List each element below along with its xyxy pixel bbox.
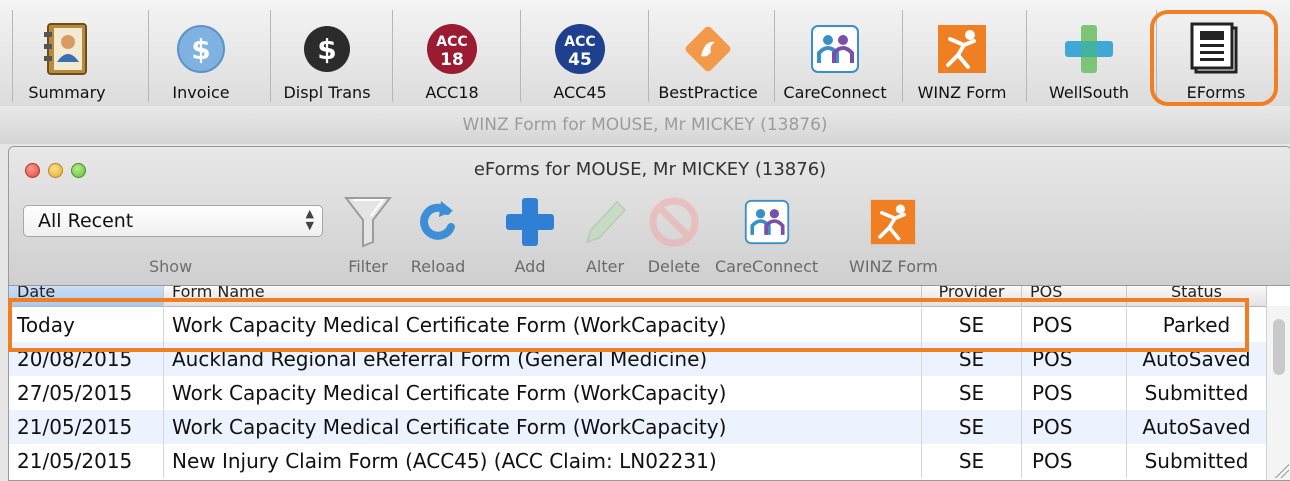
vertical-scrollbar[interactable]: [1266, 306, 1290, 480]
delete-prohibit-icon: [645, 193, 703, 251]
dollar-coin-black-icon: $: [298, 20, 356, 77]
careconnect-people-icon: [806, 20, 864, 77]
main-toolbar: Summary $ Invoice $ Displ Trans ACC 18 A…: [0, 0, 1290, 107]
selected-row-highlight-box: [8, 298, 1249, 352]
add-plus-icon: [501, 193, 559, 251]
tool-label: Reload: [410, 257, 466, 276]
toolbar-label: CareConnect: [783, 83, 887, 102]
toolbar-label: ACC45: [553, 83, 607, 102]
cell-status: Submitted: [1127, 444, 1267, 478]
background-window-title: WINZ Form for MOUSE, Mr MICKEY (13876): [0, 106, 1290, 144]
cell-date: 21/05/2015: [9, 410, 164, 444]
toolbar-button-summary[interactable]: Summary: [12, 10, 121, 102]
delete-button[interactable]: Delete: [645, 193, 703, 276]
toolbar-button-displ-trans[interactable]: $ Displ Trans: [270, 10, 383, 102]
filter-funnel-icon: [339, 193, 397, 251]
toolbar-label: WellSouth: [1048, 83, 1130, 102]
cell-status: AutoSaved: [1127, 410, 1267, 444]
window-title: eForms for MOUSE, Mr MICKEY (13876): [473, 159, 827, 180]
alter-pencil-icon: [576, 193, 634, 251]
tool-label: CareConnect: [715, 257, 819, 276]
eforms-highlight-box: [1150, 10, 1278, 106]
svg-text:45: 45: [568, 50, 592, 70]
tool-label: Delete: [647, 257, 701, 276]
toolbar-label: ACC18: [425, 83, 479, 102]
alter-button[interactable]: Alter: [576, 193, 634, 276]
cell-status: Submitted: [1127, 376, 1267, 410]
show-filter-select[interactable]: All Recent ▲ ▼: [23, 205, 323, 237]
cell-form-name: New Injury Claim Form (ACC45) (ACC Claim…: [164, 444, 922, 478]
acc45-badge-icon: ACC 45: [551, 20, 609, 77]
acc18-badge-icon: ACC 18: [423, 20, 481, 77]
svg-text:ACC: ACC: [436, 34, 467, 50]
table-row[interactable]: 27/05/2015 Work Capacity Medical Certifi…: [9, 376, 1267, 410]
winz-figure-icon: [864, 193, 922, 251]
careconnect-people-icon: [738, 193, 796, 251]
svg-text:ACC: ACC: [564, 34, 595, 50]
cell-provider: SE: [922, 444, 1022, 478]
cell-pos: POS: [1022, 410, 1127, 444]
eforms-window-header: eForms for MOUSE, Mr MICKEY (13876) All …: [9, 147, 1290, 286]
winz-figure-icon: [933, 20, 991, 77]
toolbar-button-winz-form[interactable]: WINZ Form: [902, 10, 1021, 102]
toolbar-label: Displ Trans: [283, 83, 371, 102]
cell-form-name: Work Capacity Medical Certificate Form (…: [164, 376, 922, 410]
bestpractice-logo-icon: [679, 20, 737, 77]
toolbar-label: BestPractice: [658, 83, 758, 102]
toolbar-button-bestpractice[interactable]: BestPractice: [648, 10, 767, 102]
toolbar-label: WINZ Form: [917, 83, 1007, 102]
scrollbar-thumb[interactable]: [1273, 319, 1285, 375]
add-button[interactable]: Add: [501, 193, 559, 276]
wellsouth-cross-icon: [1060, 20, 1118, 77]
resize-grip-icon[interactable]: [1273, 462, 1289, 478]
cell-provider: SE: [922, 376, 1022, 410]
tool-label: Alter: [585, 257, 625, 276]
toolbar-button-careconnect[interactable]: CareConnect: [774, 10, 895, 102]
reload-button[interactable]: Reload: [409, 193, 467, 276]
toolbar-button-wellsouth[interactable]: WellSouth: [1026, 10, 1151, 102]
table-row[interactable]: 21/05/2015 Work Capacity Medical Certifi…: [9, 410, 1267, 444]
careconnect-button[interactable]: CareConnect: [715, 193, 818, 276]
filter-button[interactable]: Filter: [339, 193, 397, 276]
dollar-coin-blue-icon: $: [172, 20, 230, 77]
toolbar-button-invoice[interactable]: $ Invoice: [148, 10, 253, 102]
select-stepper-icon: ▲ ▼: [305, 207, 314, 232]
show-selected-value: All Recent: [38, 210, 134, 232]
cell-pos: POS: [1022, 444, 1127, 478]
toolbar-button-acc45[interactable]: ACC 45 ACC45: [520, 10, 639, 102]
tool-label: Add: [514, 257, 546, 276]
tool-label: Filter: [348, 257, 388, 276]
cell-provider: SE: [922, 410, 1022, 444]
tool-label: WINZ Form: [849, 257, 938, 276]
show-label: Show: [149, 257, 193, 276]
toolbar-label: Invoice: [172, 83, 230, 102]
table-row[interactable]: 21/05/2015 New Injury Claim Form (ACC45)…: [9, 444, 1267, 478]
reload-arrow-icon: [409, 193, 467, 251]
cell-form-name: Work Capacity Medical Certificate Form (…: [164, 410, 922, 444]
svg-text:18: 18: [440, 50, 464, 70]
cell-date: 27/05/2015: [9, 376, 164, 410]
toolbar-label: Summary: [28, 83, 106, 102]
svg-text:$: $: [191, 33, 210, 66]
address-book-icon: [38, 20, 96, 77]
cell-pos: POS: [1022, 376, 1127, 410]
svg-text:$: $: [317, 33, 336, 66]
cell-date: 21/05/2015: [9, 444, 164, 478]
winz-form-button[interactable]: WINZ Form: [849, 193, 938, 276]
toolbar-button-acc18[interactable]: ACC 18 ACC18: [392, 10, 511, 102]
